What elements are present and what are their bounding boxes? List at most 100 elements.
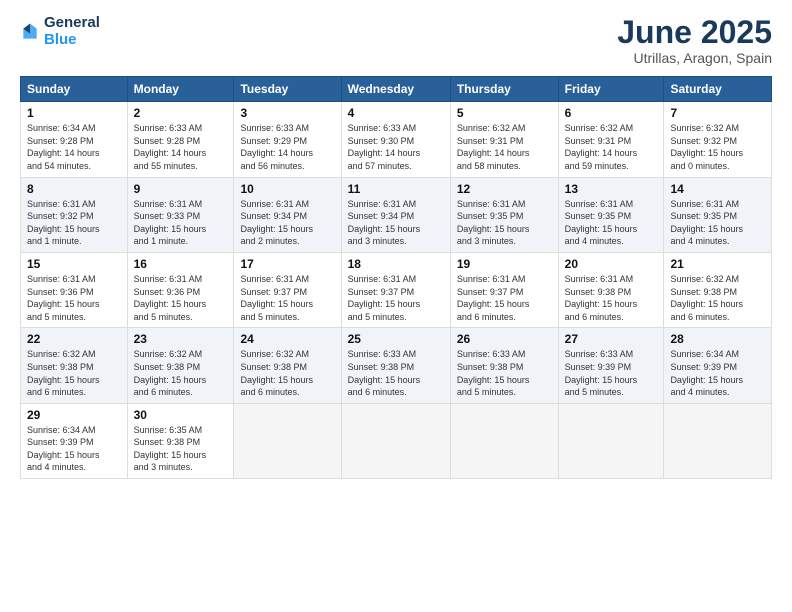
table-row: 8Sunrise: 6:31 AM Sunset: 9:32 PM Daylig… [21, 177, 128, 252]
day-info: Sunrise: 6:33 AM Sunset: 9:38 PM Dayligh… [348, 348, 444, 398]
table-row: 20 Sunrise: 6:31 AM Sunset: 9:38 PM Dayli… [558, 252, 664, 327]
day-info: Sunrise: 6:32 AM Sunset: 9:38 PM Dayligh… [27, 348, 121, 398]
day-number: 2 [134, 106, 228, 120]
day-number: 16 [134, 257, 228, 271]
calendar-table: Sunday Monday Tuesday Wednesday Thursday… [20, 76, 772, 479]
day-info: Sunrise: 6:31 AM Sunset: 9:38 PM Dayligh… [565, 273, 658, 323]
table-row: 4 Sunrise: 6:33 AM Sunset: 9:30 PM Daylig… [341, 102, 450, 177]
calendar-header-row: Sunday Monday Tuesday Wednesday Thursday… [21, 77, 772, 102]
day-info: Sunrise: 6:32 AM Sunset: 9:38 PM Dayligh… [670, 273, 765, 323]
calendar-week-4: 22 Sunrise: 6:32 AM Sunset: 9:38 PM Dayli… [21, 328, 772, 403]
header-saturday: Saturday [664, 77, 772, 102]
table-row: 11Sunrise: 6:31 AM Sunset: 9:34 PM Dayli… [341, 177, 450, 252]
table-row: 1 Sunrise: 6:34 AM Sunset: 9:28 PM Daylig… [21, 102, 128, 177]
header-wednesday: Wednesday [341, 77, 450, 102]
table-row: 22 Sunrise: 6:32 AM Sunset: 9:38 PM Dayli… [21, 328, 128, 403]
header-tuesday: Tuesday [234, 77, 341, 102]
table-row: 24Sunrise: 6:32 AM Sunset: 9:38 PM Dayli… [234, 328, 341, 403]
day-number: 12 [457, 182, 552, 196]
table-row: 29 Sunrise: 6:34 AM Sunset: 9:39 PM Dayli… [21, 403, 128, 478]
table-row: 28Sunrise: 6:34 AM Sunset: 9:39 PM Dayli… [664, 328, 772, 403]
day-info: Sunrise: 6:31 AM Sunset: 9:37 PM Dayligh… [457, 273, 552, 323]
title-area: June 2025 Utrillas, Aragon, Spain [617, 15, 772, 66]
day-number: 17 [240, 257, 334, 271]
page: General Blue June 2025 Utrillas, Aragon,… [0, 0, 792, 612]
header-monday: Monday [127, 77, 234, 102]
table-row: 12 Sunrise: 6:31 AM Sunset: 9:35 PM Dayli… [450, 177, 558, 252]
day-number: 18 [348, 257, 444, 271]
day-number: 13 [565, 182, 658, 196]
day-number: 19 [457, 257, 552, 271]
day-info: Sunrise: 6:32 AM Sunset: 9:31 PM Dayligh… [457, 122, 552, 172]
day-info: Sunrise: 6:31 AM Sunset: 9:35 PM Dayligh… [457, 198, 552, 248]
day-number: 14 [670, 182, 765, 196]
day-number: 3 [240, 106, 334, 120]
table-row: 14 Sunrise: 6:31 AM Sunset: 9:35 PM Dayli… [664, 177, 772, 252]
calendar-week-2: 8Sunrise: 6:31 AM Sunset: 9:32 PM Daylig… [21, 177, 772, 252]
table-row: 2Sunrise: 6:33 AM Sunset: 9:28 PM Daylig… [127, 102, 234, 177]
day-info: Sunrise: 6:32 AM Sunset: 9:38 PM Dayligh… [134, 348, 228, 398]
day-number: 5 [457, 106, 552, 120]
day-info: Sunrise: 6:32 AM Sunset: 9:31 PM Dayligh… [565, 122, 658, 172]
day-number: 1 [27, 106, 121, 120]
calendar-title: June 2025 [617, 15, 772, 50]
table-row: 16 Sunrise: 6:31 AM Sunset: 9:36 PM Dayli… [127, 252, 234, 327]
logo-icon [20, 22, 40, 42]
table-row: 7Sunrise: 6:32 AM Sunset: 9:32 PM Daylig… [664, 102, 772, 177]
day-info: Sunrise: 6:31 AM Sunset: 9:36 PM Dayligh… [27, 273, 121, 323]
table-row: 13 Sunrise: 6:31 AM Sunset: 9:35 PM Dayli… [558, 177, 664, 252]
table-row: 23 Sunrise: 6:32 AM Sunset: 9:38 PM Dayli… [127, 328, 234, 403]
day-number: 26 [457, 332, 552, 346]
day-info: Sunrise: 6:35 AM Sunset: 9:38 PM Dayligh… [134, 424, 228, 474]
day-number: 25 [348, 332, 444, 346]
header-sunday: Sunday [21, 77, 128, 102]
day-number: 23 [134, 332, 228, 346]
table-row [664, 403, 772, 478]
day-info: Sunrise: 6:33 AM Sunset: 9:39 PM Dayligh… [565, 348, 658, 398]
day-info: Sunrise: 6:31 AM Sunset: 9:33 PM Dayligh… [134, 198, 228, 248]
table-row: 21 Sunrise: 6:32 AM Sunset: 9:38 PM Dayli… [664, 252, 772, 327]
table-row: 18Sunrise: 6:31 AM Sunset: 9:37 PM Dayli… [341, 252, 450, 327]
day-info: Sunrise: 6:31 AM Sunset: 9:32 PM Dayligh… [27, 198, 121, 248]
table-row [234, 403, 341, 478]
day-number: 20 [565, 257, 658, 271]
day-info: Sunrise: 6:34 AM Sunset: 9:28 PM Dayligh… [27, 122, 121, 172]
table-row: 19 Sunrise: 6:31 AM Sunset: 9:37 PM Dayli… [450, 252, 558, 327]
day-number: 9 [134, 182, 228, 196]
day-info: Sunrise: 6:31 AM Sunset: 9:35 PM Dayligh… [565, 198, 658, 248]
logo-text: General Blue [44, 15, 100, 48]
day-number: 15 [27, 257, 121, 271]
table-row [341, 403, 450, 478]
day-info: Sunrise: 6:31 AM Sunset: 9:35 PM Dayligh… [670, 198, 765, 248]
table-row: 26Sunrise: 6:33 AM Sunset: 9:38 PM Dayli… [450, 328, 558, 403]
table-row [558, 403, 664, 478]
day-info: Sunrise: 6:32 AM Sunset: 9:32 PM Dayligh… [670, 122, 765, 172]
day-number: 24 [240, 332, 334, 346]
day-number: 4 [348, 106, 444, 120]
day-info: Sunrise: 6:31 AM Sunset: 9:37 PM Dayligh… [240, 273, 334, 323]
calendar-subtitle: Utrillas, Aragon, Spain [617, 50, 772, 66]
table-row: 25 Sunrise: 6:33 AM Sunset: 9:38 PM Dayli… [341, 328, 450, 403]
table-row: 30 Sunrise: 6:35 AM Sunset: 9:38 PM Dayli… [127, 403, 234, 478]
table-row: 3Sunrise: 6:33 AM Sunset: 9:29 PM Daylig… [234, 102, 341, 177]
day-number: 27 [565, 332, 658, 346]
table-row: 5 Sunrise: 6:32 AM Sunset: 9:31 PM Daylig… [450, 102, 558, 177]
table-row: 15 Sunrise: 6:31 AM Sunset: 9:36 PM Dayli… [21, 252, 128, 327]
table-row: 6 Sunrise: 6:32 AM Sunset: 9:31 PM Daylig… [558, 102, 664, 177]
table-row [450, 403, 558, 478]
day-number: 28 [670, 332, 765, 346]
day-number: 30 [134, 408, 228, 422]
day-number: 29 [27, 408, 121, 422]
day-info: Sunrise: 6:33 AM Sunset: 9:30 PM Dayligh… [348, 122, 444, 172]
header: General Blue June 2025 Utrillas, Aragon,… [20, 15, 772, 66]
day-number: 11 [348, 182, 444, 196]
calendar-week-1: 1 Sunrise: 6:34 AM Sunset: 9:28 PM Daylig… [21, 102, 772, 177]
day-number: 22 [27, 332, 121, 346]
day-number: 21 [670, 257, 765, 271]
day-info: Sunrise: 6:31 AM Sunset: 9:36 PM Dayligh… [134, 273, 228, 323]
calendar-week-5: 29 Sunrise: 6:34 AM Sunset: 9:39 PM Dayli… [21, 403, 772, 478]
day-info: Sunrise: 6:34 AM Sunset: 9:39 PM Dayligh… [27, 424, 121, 474]
table-row: 10Sunrise: 6:31 AM Sunset: 9:34 PM Dayli… [234, 177, 341, 252]
day-number: 6 [565, 106, 658, 120]
table-row: 17 Sunrise: 6:31 AM Sunset: 9:37 PM Dayli… [234, 252, 341, 327]
